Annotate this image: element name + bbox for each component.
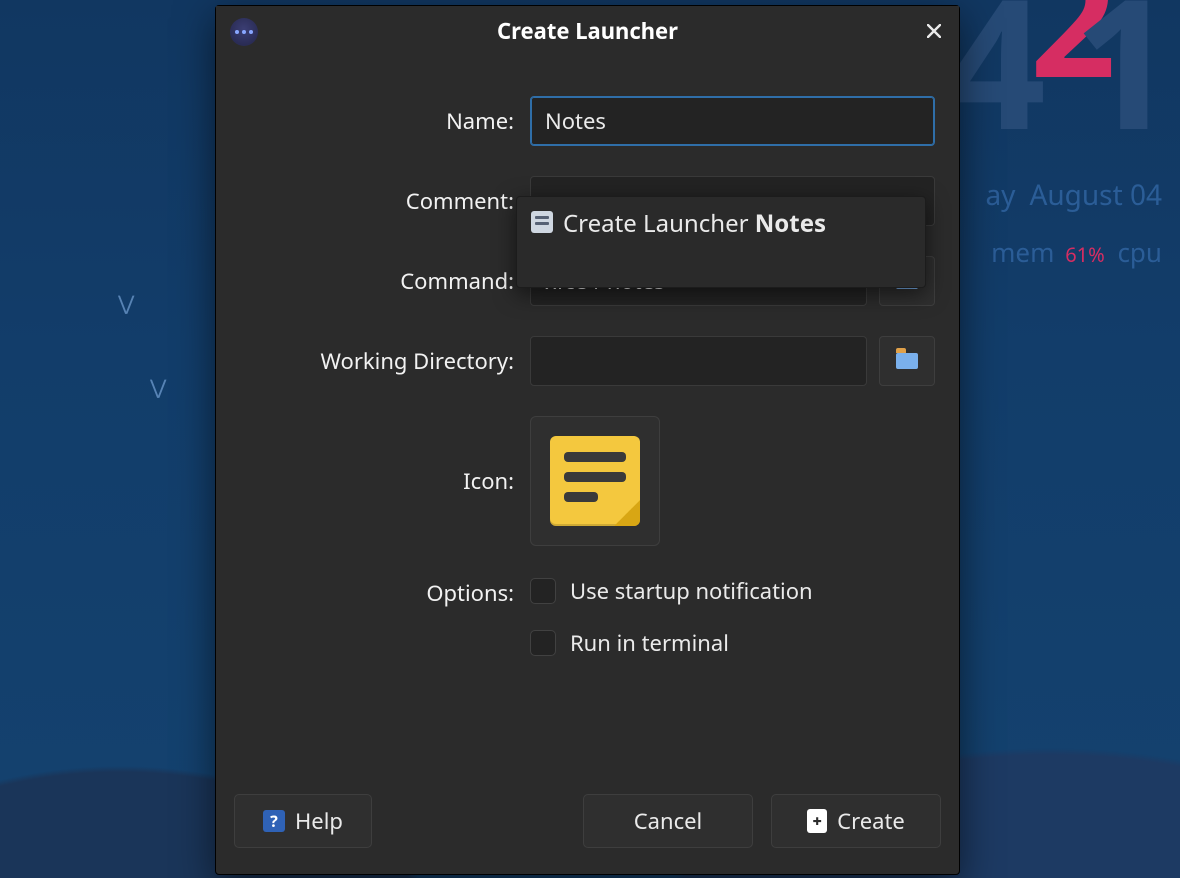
name-autocomplete-tooltip[interactable]: Create Launcher Notes xyxy=(516,196,926,288)
wallpaper-bird-icon: ⋁ xyxy=(150,373,166,400)
working-directory-browse-button[interactable] xyxy=(879,336,935,386)
cpu-label: cpu xyxy=(1117,234,1162,270)
button-label: Cancel xyxy=(634,806,703,836)
suggestion-text: Create Launcher Notes xyxy=(563,207,826,240)
name-label: Name: xyxy=(240,106,520,136)
button-label: Create xyxy=(837,806,905,836)
titlebar[interactable]: Create Launcher xyxy=(216,6,959,56)
working-directory-label: Working Directory: xyxy=(240,346,520,376)
wallpaper-bird-icon: ⋁ xyxy=(118,289,134,316)
command-label: Command: xyxy=(240,266,520,296)
name-input[interactable] xyxy=(530,96,935,146)
mem-label: mem xyxy=(991,234,1054,270)
app-icon xyxy=(230,18,258,46)
create-launcher-dialog: Create Launcher Name: Comment: Command: … xyxy=(215,5,960,875)
button-label: Help xyxy=(295,806,343,836)
folder-icon xyxy=(896,353,918,369)
clock-digit: 1 xyxy=(1073,0,1168,150)
option-run-in-terminal[interactable]: Run in terminal xyxy=(530,628,935,658)
option-label: Run in terminal xyxy=(570,628,729,658)
notes-icon xyxy=(550,436,640,526)
create-button[interactable]: Create xyxy=(771,794,941,848)
checkbox-icon xyxy=(530,578,556,604)
cancel-button[interactable]: Cancel xyxy=(583,794,753,848)
dialog-actions: ? Help Cancel Create xyxy=(216,786,959,874)
close-icon xyxy=(927,24,941,38)
option-label: Use startup notification xyxy=(570,576,813,606)
options-label: Options: xyxy=(240,576,520,608)
mem-percent: 61% xyxy=(1065,241,1105,268)
help-icon: ? xyxy=(263,810,285,832)
option-startup-notification[interactable]: Use startup notification xyxy=(530,576,935,606)
new-document-icon xyxy=(807,809,827,833)
help-button[interactable]: ? Help xyxy=(234,794,372,848)
close-button[interactable] xyxy=(919,16,949,46)
icon-label: Icon: xyxy=(240,466,520,496)
checkbox-icon xyxy=(530,630,556,656)
icon-chooser-button[interactable] xyxy=(530,416,660,546)
document-icon xyxy=(531,211,553,233)
window-title: Create Launcher xyxy=(497,16,678,46)
comment-label: Comment: xyxy=(240,186,520,216)
working-directory-input[interactable] xyxy=(530,336,867,386)
